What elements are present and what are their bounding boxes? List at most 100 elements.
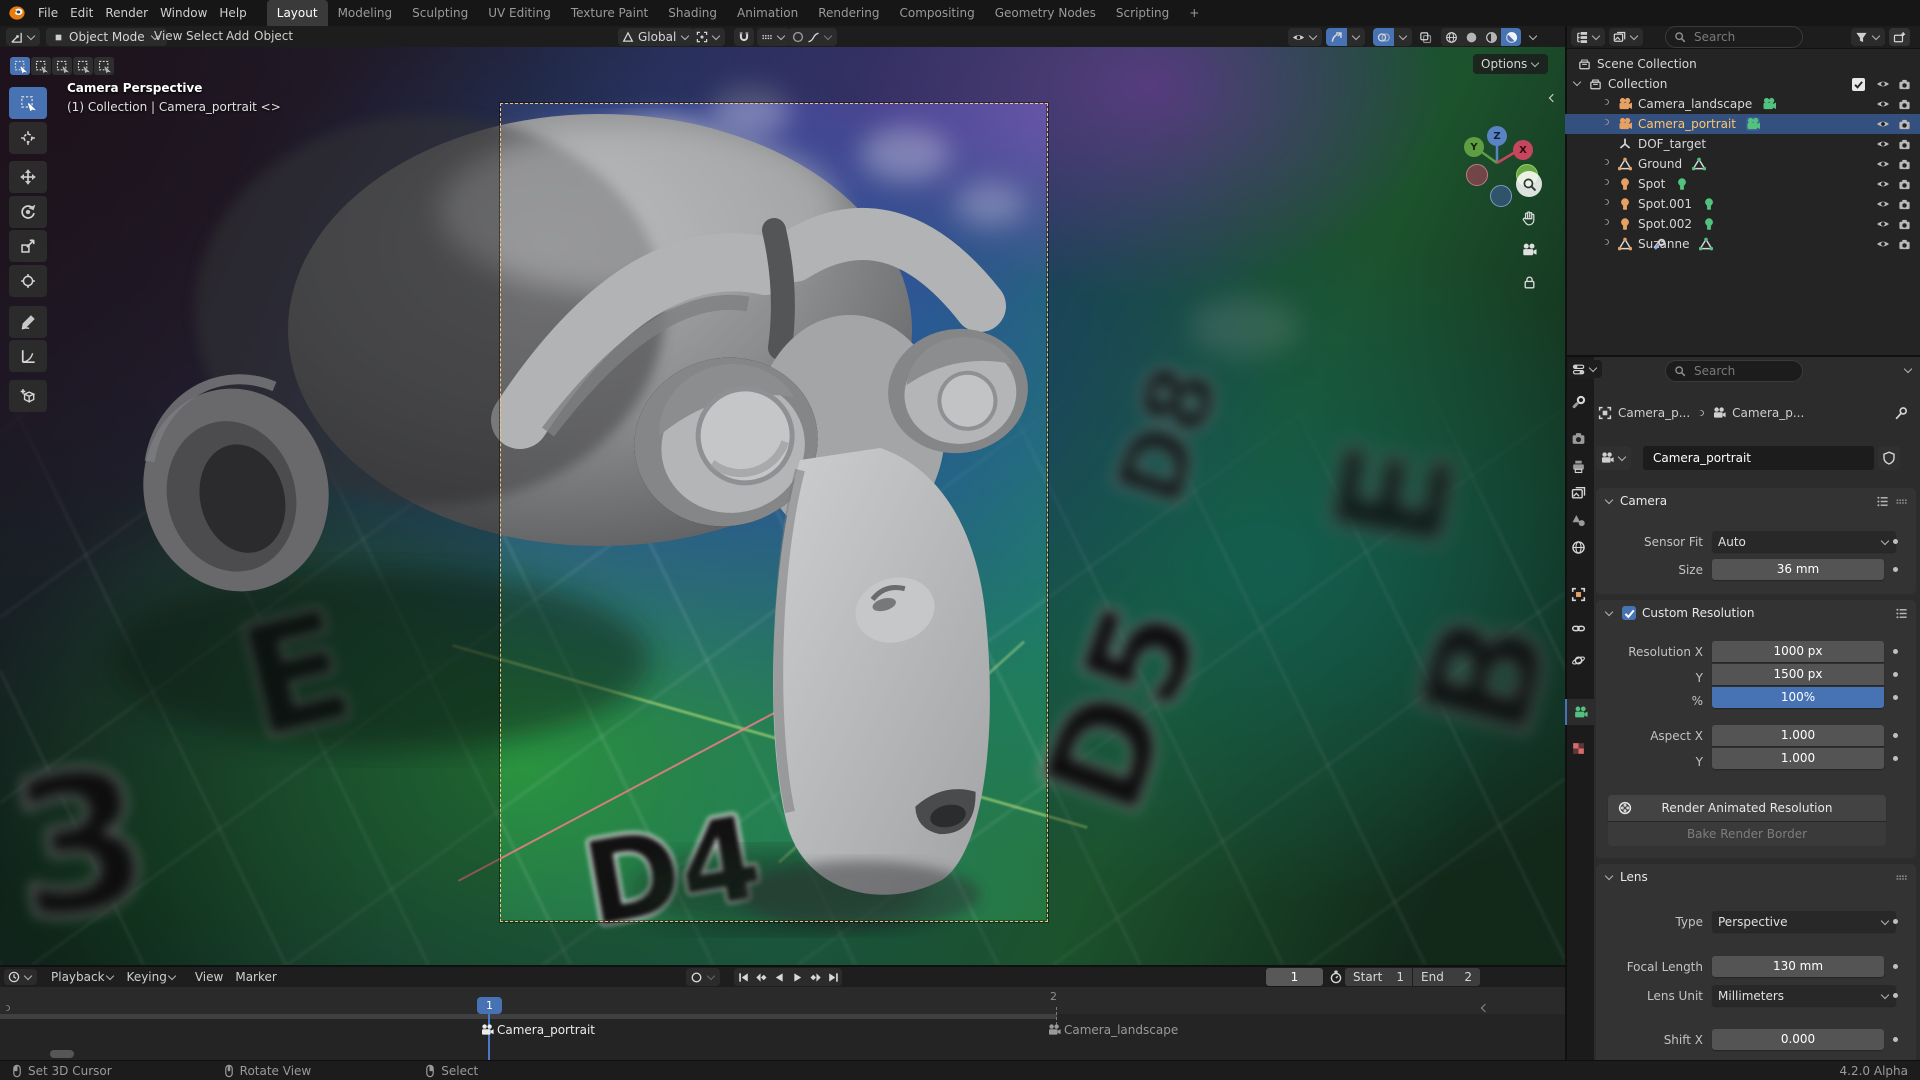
camera-panel-expand-arrow[interactable] [1604,495,1614,504]
lens-unit-dropdown[interactable]: Millimeters [1712,985,1896,1006]
play-button[interactable] [788,968,806,986]
tab-render[interactable] [1571,431,1586,446]
pivot-point-dropdown[interactable] [692,28,725,46]
shading-rendered-button[interactable] [1501,28,1521,46]
focal-length-field[interactable]: 130 mm [1712,956,1884,977]
presets-list-icon[interactable] [1876,495,1889,508]
hide-eye-icon[interactable] [1876,237,1890,251]
play-reverse-button[interactable] [770,968,788,986]
timeline-scrollbar[interactable] [50,1050,74,1058]
workspace-tab-sculpting[interactable]: Sculpting [402,0,478,26]
timeline-menu-marker[interactable]: Marker [229,967,282,987]
resolution-percent-slider[interactable]: 100% [1712,687,1884,708]
outliner-row-scene-collection[interactable]: Scene Collection [1565,54,1920,74]
object-name-label[interactable]: DOF_target [1638,137,1706,151]
transform-orientation-dropdown[interactable]: Global [618,28,695,46]
tab-object[interactable] [1571,587,1586,602]
outliner-row-camera_landscape[interactable]: Camera_landscape [1565,94,1920,114]
editor-type-selector[interactable] [6,28,40,46]
object-name-label[interactable]: Camera_landscape [1638,97,1752,111]
viewport-options-button[interactable]: Options [1473,54,1549,74]
outliner-row-spot[interactable]: Spot [1565,174,1920,194]
decorator-dot[interactable] [1893,567,1898,572]
workspace-tab-geometry-nodes[interactable]: Geometry Nodes [985,0,1106,26]
outliner-row-collection[interactable]: Collection [1565,74,1920,94]
workspace-tab-shading[interactable]: Shading [658,0,727,26]
gizmo-axis-x-neg[interactable] [1466,164,1488,186]
object-name-label[interactable]: Ground [1638,157,1682,171]
hide-eye-icon[interactable] [1876,197,1890,211]
frame-start-field[interactable]: Start 1 [1345,968,1412,986]
outliner-editor-type-selector[interactable] [1571,28,1605,46]
datablock-name-field[interactable]: Camera_portrait [1643,446,1874,470]
disable-render-icon[interactable] [1898,238,1911,251]
expand-arrow[interactable] [1601,117,1611,127]
decorator-dot[interactable] [1893,919,1898,924]
decorator-dot[interactable] [1893,695,1898,700]
viewport-lock-button[interactable] [1516,269,1542,295]
disable-render-icon[interactable] [1898,218,1911,231]
tab-physics[interactable] [1571,653,1586,668]
tool-scale[interactable] [9,230,47,262]
camera-panel-title[interactable]: Camera [1620,494,1667,508]
bake-render-border-button[interactable]: Bake Render Border [1608,822,1886,846]
resolution-panel-title[interactable]: Custom Resolution [1642,606,1755,620]
sensor-fit-dropdown[interactable]: Auto [1712,531,1896,552]
shift-x-field[interactable]: 0.000 [1712,1029,1884,1050]
expand-arrow[interactable] [1601,97,1611,107]
select-mode-tweak-button[interactable] [10,57,30,75]
snap-settings-dropdown[interactable] [757,28,790,46]
viewport-camera-view-button[interactable] [1516,237,1542,263]
tab-object-data-active[interactable] [1565,699,1594,725]
expand-arrow[interactable] [1601,177,1611,187]
tab-world[interactable] [1571,540,1586,555]
hide-eye-icon[interactable] [1876,217,1890,231]
hide-eye-icon[interactable] [1876,177,1890,191]
outliner-row-ground[interactable]: Ground [1565,154,1920,174]
fake-user-button[interactable] [1878,446,1900,470]
aspect-y-field[interactable]: 1.000 [1712,748,1884,769]
next-keyframe-button[interactable] [806,968,824,986]
hide-eye-icon[interactable] [1876,157,1890,171]
select-mode-box-button[interactable] [31,57,51,75]
gizmo-axis-z[interactable]: Z [1487,126,1507,146]
timeline-menu-playback[interactable]: Playback [45,967,121,987]
breadcrumb-object[interactable]: Camera_p... [1618,406,1690,420]
disable-render-icon[interactable] [1898,158,1911,171]
collection-label[interactable]: Collection [1608,77,1667,91]
menu-edit[interactable]: Edit [64,0,99,26]
hide-eye-icon[interactable] [1876,77,1890,91]
tool-annotate[interactable] [9,306,47,338]
expand-arrow[interactable] [1601,237,1611,247]
blender-logo-icon[interactable] [8,5,26,21]
disable-render-icon[interactable] [1898,78,1911,91]
gizmo-axis-x[interactable]: X [1513,140,1533,160]
object-name-label[interactable]: Spot.002 [1638,217,1692,231]
jump-to-start-button[interactable] [734,968,752,986]
outliner-search[interactable] [1665,26,1803,48]
workspace-tab-scripting[interactable]: Scripting [1106,0,1179,26]
lens-panel-title[interactable]: Lens [1620,870,1648,884]
expand-arrow[interactable] [1601,197,1611,207]
presets-list-icon[interactable] [1895,607,1908,620]
decorator-dot[interactable] [1893,1037,1898,1042]
tab-output[interactable] [1571,459,1586,474]
decorator-dot[interactable] [1893,733,1898,738]
navigation-gizmo[interactable]: Z Y X [1452,82,1544,207]
outliner-display-mode-dropdown[interactable] [1609,28,1643,46]
viewport-pan-button[interactable] [1516,205,1542,231]
hide-eye-icon[interactable] [1876,137,1890,151]
new-collection-button[interactable] [1889,28,1910,46]
resolution-y-field[interactable]: 1500 px [1712,664,1884,685]
scene-collection-label[interactable]: Scene Collection [1597,57,1697,71]
disable-render-icon[interactable] [1898,98,1911,111]
object-name-label[interactable]: Spot.001 [1638,197,1692,211]
timeline-menu-keying[interactable]: Keying [121,967,183,987]
properties-search-input[interactable] [1692,363,1794,379]
select-mode-circle-button[interactable] [52,57,72,75]
proportional-editing-controls[interactable] [788,28,837,46]
marker-camera-portrait[interactable]: Camera_portrait [480,1023,595,1037]
outliner-search-input[interactable] [1692,29,1794,45]
frame-end-field[interactable]: End 2 [1413,968,1480,986]
viewport-zoom-button[interactable] [1516,171,1542,197]
